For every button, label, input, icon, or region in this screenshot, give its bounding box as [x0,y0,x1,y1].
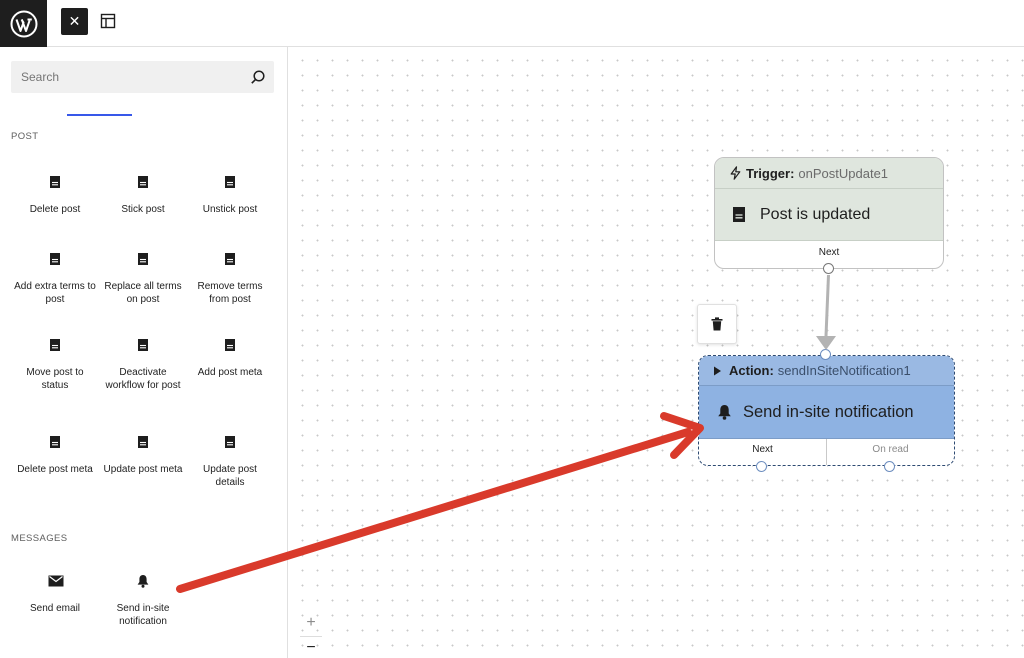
block-item-move-post-to-status[interactable]: Move post to status [14,338,96,392]
wordpress-logo-icon[interactable] [0,0,47,47]
block-item-label: Replace all terms on post [104,281,182,305]
email-icon [48,574,64,588]
post-icon [223,435,237,449]
post-icon [136,338,150,352]
block-item-label: Unstick post [202,204,258,215]
zoom-in-button[interactable]: + [300,612,322,634]
action-node[interactable]: Action: sendInSiteNotification1 Send in-… [698,355,955,466]
trigger-node-header: Trigger: onPostUpdate1 [715,158,943,189]
block-item-deactivate-workflow-for-post[interactable]: Deactivate workflow for post [102,338,184,392]
section-label-post: POST [11,131,39,142]
trash-icon [711,317,723,331]
lightning-icon [730,166,741,180]
block-item-replace-all-terms-on-post[interactable]: Replace all terms on post [102,252,184,306]
block-item-update-post-details[interactable]: Update post details [189,435,271,489]
block-item-delete-post[interactable]: Delete post [14,175,96,217]
trigger-id: onPostUpdate1 [798,165,889,181]
action-kind-label: Action: [729,363,774,378]
block-item-add-post-meta[interactable]: Add post meta [189,338,271,380]
close-icon: ✕ [68,13,81,29]
post-icon [48,252,62,266]
delete-node-button[interactable] [697,304,737,344]
search-input[interactable] [21,61,241,93]
active-tab-indicator [67,114,132,116]
layout-icon [100,13,116,29]
action-node-header: Action: sendInSiteNotification1 [699,356,954,386]
block-item-add-extra-terms-to-post[interactable]: Add extra terms to post [14,252,96,306]
post-icon [223,338,237,352]
block-item-send-email[interactable]: Send email [14,574,96,616]
block-item-send-in-site-notification[interactable]: Send in-site notification [102,574,184,628]
close-button[interactable]: ✕ [61,8,88,35]
play-icon [714,366,721,375]
search-icon[interactable] [250,69,266,85]
block-item-remove-terms-from-post[interactable]: Remove terms from post [189,252,271,306]
action-input-handle[interactable] [820,349,831,360]
post-icon [48,175,62,189]
action-title: Send in-site notification [743,402,914,421]
block-item-label: Delete post meta [17,464,93,475]
block-item-label: Update post meta [103,464,183,475]
block-item-label: Stick post [121,204,165,215]
trigger-node[interactable]: Trigger: onPostUpdate1 Post is updated N… [714,157,944,269]
workflow-canvas[interactable] [289,47,1024,658]
bell-icon [136,574,150,588]
block-item-label: Add post meta [197,367,263,378]
top-bar: ✕ [0,0,1024,47]
layout-toggle-button[interactable] [97,10,119,32]
post-icon [223,252,237,266]
block-item-label: Remove terms from post [197,281,263,305]
block-item-label: Update post details [203,464,257,488]
block-item-delete-post-meta[interactable]: Delete post meta [14,435,96,477]
block-item-stick-post[interactable]: Stick post [102,175,184,217]
action-on-read-handle[interactable] [884,461,895,472]
section-label-messages: MESSAGES [11,533,68,544]
block-item-label: Add extra terms to post [14,281,96,305]
post-icon [48,338,62,352]
block-item-label: Delete post [29,204,81,215]
post-icon [733,207,745,222]
post-icon [48,435,62,449]
zoom-out-button[interactable]: − [300,636,322,658]
post-icon [223,175,237,189]
block-item-label: Deactivate workflow for post [105,367,181,391]
block-item-update-post-meta[interactable]: Update post meta [102,435,184,477]
action-id: sendInSiteNotification1 [777,363,911,378]
action-next-handle[interactable] [756,461,767,472]
trigger-node-body: Post is updated [715,189,943,241]
block-item-label: Send email [29,603,81,614]
action-node-outputs: Next On read [699,439,954,465]
action-node-body: Send in-site notification [699,386,954,439]
block-inserter-sidebar: POST Delete post Stick post Unstick post Add… [0,47,288,658]
bell-icon [718,405,731,420]
trigger-kind-label: Trigger: [746,165,795,181]
block-item-label: Move post to status [26,367,84,391]
post-icon [136,435,150,449]
post-icon [136,175,150,189]
trigger-title: Post is updated [760,205,871,223]
trigger-output-handle[interactable] [823,263,834,274]
block-item-label: Send in-site notification [116,603,170,627]
block-item-unstick-post[interactable]: Unstick post [189,175,271,217]
search-box [11,61,274,93]
post-icon [136,252,150,266]
